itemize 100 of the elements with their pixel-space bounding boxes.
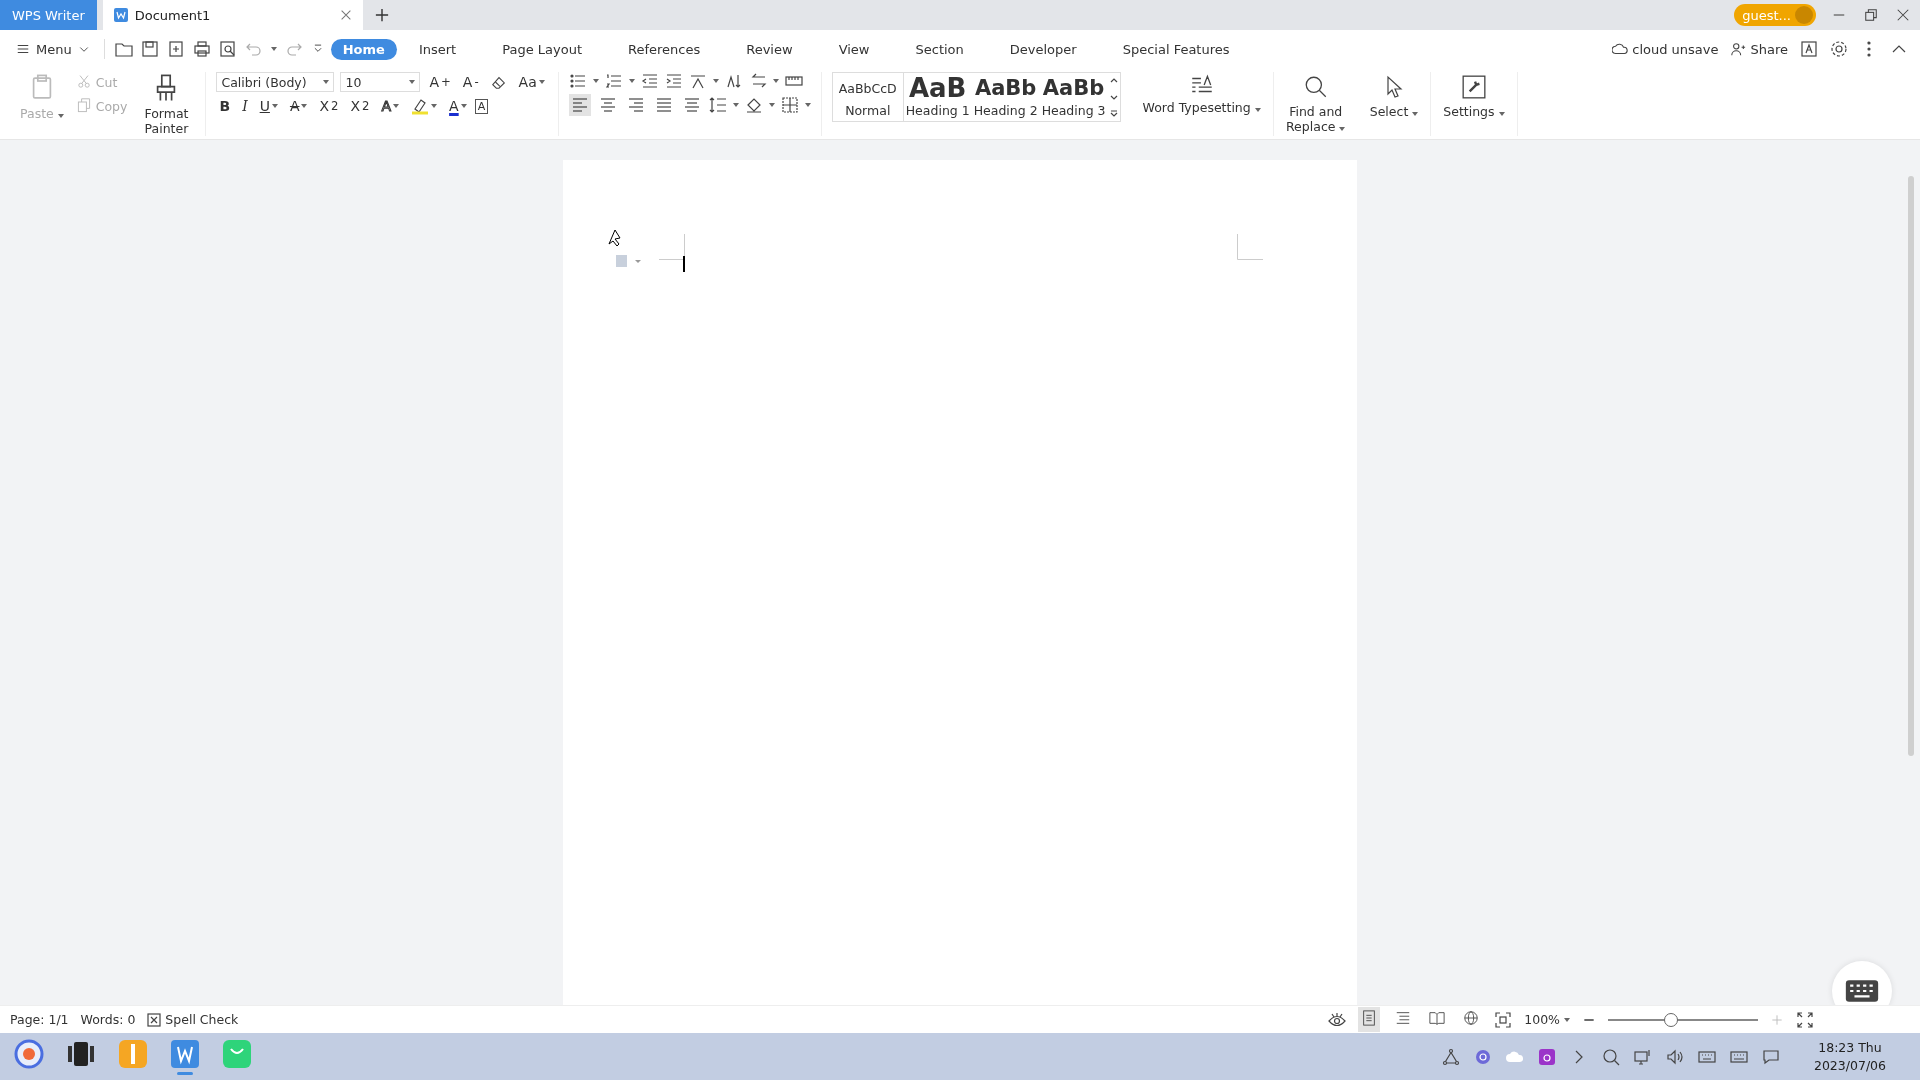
style-preset[interactable]: AaBbCcD Normal <box>832 73 904 121</box>
folder-icon[interactable] <box>114 40 133 58</box>
caret-icon[interactable] <box>393 104 400 108</box>
increase-indent-icon[interactable] <box>664 72 683 90</box>
notification-icon[interactable] <box>1761 1047 1780 1066</box>
fullscreen-icon[interactable] <box>1796 1010 1814 1029</box>
camera-icon[interactable] <box>1537 1047 1556 1066</box>
caret-icon[interactable] <box>323 80 330 84</box>
close-icon[interactable] <box>1896 8 1910 22</box>
font-size-dropdown[interactable]: 10 <box>340 72 421 92</box>
style-preset[interactable]: AaB Heading 1 <box>903 73 972 121</box>
zoom-level-dropdown[interactable]: 100% <box>1524 1012 1570 1027</box>
ribbon-tab[interactable]: Developer <box>997 38 1089 60</box>
caret-icon[interactable] <box>1498 112 1505 116</box>
style-preset[interactable]: AaBb Heading 2 <box>971 73 1040 121</box>
print-view-button[interactable] <box>1358 1007 1381 1032</box>
print-preview-icon[interactable] <box>218 40 237 58</box>
border-button[interactable]: A <box>475 99 488 113</box>
style-preset[interactable]: AaBb Heading 3 <box>1039 73 1108 121</box>
keyboard-button[interactable] <box>1832 961 1892 1005</box>
decrease-indent-icon[interactable] <box>640 72 659 90</box>
underline-button[interactable]: U <box>256 97 281 115</box>
save-icon[interactable] <box>140 40 159 58</box>
volume-icon[interactable] <box>1665 1047 1684 1066</box>
painter-button[interactable]: Format Painter <box>137 72 196 138</box>
bold-button[interactable]: B <box>216 97 234 115</box>
globe-icon <box>1463 1010 1480 1026</box>
ribbon-tab[interactable]: Special Features <box>1110 38 1242 60</box>
menu-button[interactable]: Menu <box>12 39 94 59</box>
caret-icon[interactable] <box>1412 112 1419 116</box>
expand-icon[interactable] <box>1109 109 1118 117</box>
ribbon-tab[interactable]: Home <box>330 38 397 60</box>
caret-icon[interactable] <box>628 79 635 83</box>
print-icon[interactable] <box>192 40 211 58</box>
numbered-list-icon[interactable] <box>604 72 623 90</box>
cloud-status-button[interactable]: cloud unsave <box>1612 41 1719 57</box>
ribbon-tab[interactable]: Review <box>734 38 805 60</box>
align-left-button[interactable] <box>568 94 591 116</box>
caret-icon[interactable] <box>1339 127 1346 131</box>
style-name: Heading 2 <box>973 103 1038 118</box>
book-icon <box>1429 1010 1446 1026</box>
ribbon-tab[interactable]: Section <box>903 38 976 60</box>
caret-icon[interactable] <box>712 79 719 83</box>
restore-icon[interactable] <box>1864 8 1878 22</box>
caret-icon[interactable] <box>409 80 416 84</box>
caret-icon[interactable] <box>804 103 811 107</box>
caret-icon[interactable] <box>732 103 739 107</box>
export-icon[interactable] <box>166 40 185 58</box>
caret-icon[interactable] <box>271 104 278 108</box>
caret-icon[interactable] <box>431 104 438 108</box>
effect-button[interactable]: A <box>378 97 403 115</box>
ribbon-tab[interactable]: View <box>826 38 882 60</box>
scroll-up-icon[interactable] <box>1109 77 1118 85</box>
caret-icon[interactable] <box>1254 108 1261 112</box>
share-button[interactable]: Share <box>1730 41 1788 57</box>
style-name: Heading 1 <box>905 103 970 118</box>
eye-icon[interactable] <box>1328 1010 1347 1029</box>
caret-icon[interactable] <box>768 103 775 107</box>
caret-icon[interactable] <box>538 80 545 84</box>
color-button[interactable]: A <box>446 97 470 115</box>
font-family-dropdown[interactable]: Calibri (Body) <box>216 72 335 92</box>
text-direction-icon[interactable] <box>688 72 707 90</box>
shading-icon[interactable] <box>744 96 763 114</box>
new-tab-icon[interactable] <box>374 8 389 22</box>
ribbon-tab[interactable]: Insert <box>406 38 469 60</box>
search-icon[interactable] <box>1601 1047 1620 1066</box>
settings-button[interactable]: Settings <box>1441 72 1507 121</box>
ribbon-tab[interactable]: Page Layout <box>490 38 594 60</box>
caret-icon[interactable] <box>460 104 467 108</box>
italic-button[interactable]: I <box>239 97 251 115</box>
bullet-list-icon[interactable] <box>568 72 587 90</box>
ribbon-tab[interactable]: References <box>616 38 713 60</box>
app-title-tab[interactable]: WPS Writer <box>0 0 97 30</box>
network-icon[interactable] <box>1633 1047 1652 1066</box>
text-cursor <box>683 256 685 272</box>
settings-icon[interactable] <box>1830 40 1848 58</box>
document-a-icon[interactable] <box>1800 40 1818 58</box>
document-tab[interactable]: Document1 <box>102 0 363 30</box>
scroll-down-icon[interactable] <box>1109 93 1118 101</box>
launcher-icon[interactable] <box>14 1038 44 1069</box>
typeset-button[interactable]: Word Typesetting <box>1140 72 1263 117</box>
zoom-slider-thumb[interactable] <box>1664 1012 1678 1027</box>
network-nodes-icon[interactable] <box>1441 1047 1460 1066</box>
caret-icon[interactable] <box>592 79 599 83</box>
wrench-icon[interactable] <box>1460 74 1487 100</box>
case-button[interactable]: Aa <box>515 73 548 91</box>
input-method-icon[interactable] <box>1473 1047 1492 1066</box>
strike-button[interactable]: A <box>286 97 311 115</box>
caret-icon[interactable] <box>270 47 277 51</box>
sort-icon[interactable] <box>724 72 743 90</box>
caret-icon[interactable] <box>1564 1017 1570 1022</box>
caret-icon[interactable] <box>301 104 308 108</box>
line-spacing-icon[interactable] <box>708 96 727 114</box>
writer-app-icon[interactable] <box>170 1038 200 1069</box>
select-button[interactable]: Select <box>1367 72 1421 121</box>
borders-icon[interactable] <box>780 96 799 114</box>
find-button[interactable]: Find and Replace <box>1283 72 1348 136</box>
caret-icon[interactable] <box>772 79 779 83</box>
fit-page-icon[interactable] <box>1494 1010 1513 1029</box>
spell-check-button[interactable]: Spell Check <box>147 1012 239 1027</box>
